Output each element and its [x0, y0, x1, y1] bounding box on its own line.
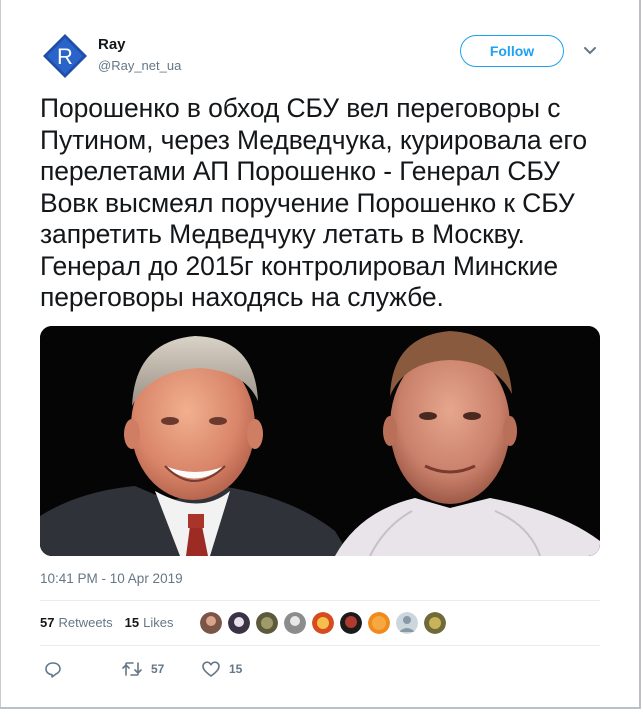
liker-avatar[interactable]	[312, 612, 334, 634]
window-border-left	[0, 0, 1, 709]
avatar[interactable]: R	[42, 33, 88, 79]
like-button[interactable]: 15	[202, 661, 242, 677]
liker-avatar[interactable]	[256, 612, 278, 634]
retweet-button[interactable]: 57	[122, 661, 164, 677]
liker-avatars	[200, 612, 452, 634]
liker-avatar[interactable]	[396, 612, 418, 634]
author-handle[interactable]: @Ray_net_ua	[98, 58, 181, 73]
chevron-down-icon[interactable]	[583, 44, 597, 58]
retweets-count: 57	[40, 615, 55, 630]
reply-icon	[45, 662, 61, 678]
liker-avatar[interactable]	[200, 612, 222, 634]
retweets-label: Retweets	[58, 615, 113, 630]
tweet-photo[interactable]	[40, 326, 600, 556]
tweet-timestamp[interactable]: 10:41 PM - 10 Apr 2019	[40, 571, 183, 586]
avatar-letter: R	[57, 44, 73, 69]
divider	[40, 600, 600, 601]
likes-label: Likes	[143, 615, 174, 630]
liker-avatar[interactable]	[284, 612, 306, 634]
liker-avatar[interactable]	[340, 612, 362, 634]
liker-avatar[interactable]	[228, 612, 250, 634]
retweet-count: 57	[151, 662, 165, 676]
liker-avatar[interactable]	[368, 612, 390, 634]
tweet-text: Порошенко в обход СБУ вел переговоры с П…	[40, 93, 587, 312]
retweet-icon	[122, 662, 142, 676]
divider	[40, 645, 600, 646]
liker-avatar[interactable]	[424, 612, 446, 634]
author-name[interactable]: Ray	[98, 36, 126, 53]
like-count: 15	[229, 662, 243, 676]
likes-count: 15	[124, 615, 140, 630]
heart-icon	[202, 661, 220, 677]
reply-button[interactable]	[44, 661, 62, 679]
retweets-stat[interactable]: 57 Retweets	[40, 615, 113, 630]
tweet-stats: 57 Retweets 15 Likes	[40, 615, 186, 630]
follow-button[interactable]: Follow	[460, 35, 564, 67]
likes-stat[interactable]: 15 Likes	[125, 615, 174, 630]
